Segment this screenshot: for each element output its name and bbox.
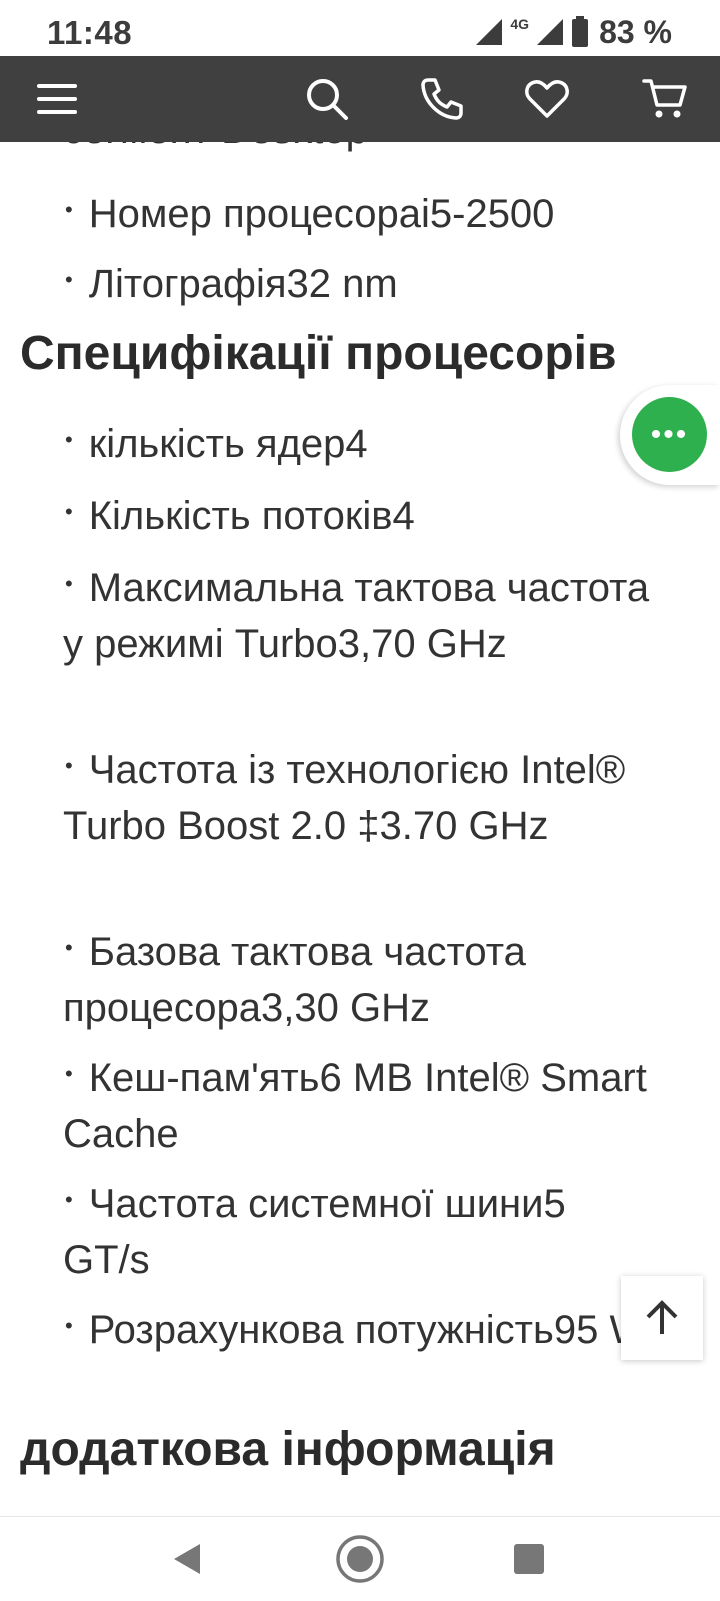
favorites-button[interactable]	[512, 56, 582, 142]
spec-item: • Кеш-пам'ять6 MB Intel® Smart Cache	[63, 1046, 663, 1162]
spec-text: Номер процесораi5-2500	[88, 192, 555, 236]
home-circle-icon	[336, 1535, 384, 1583]
phone-icon	[421, 78, 463, 120]
scroll-to-top-button[interactable]	[621, 1276, 703, 1360]
bullet: •	[65, 499, 73, 524]
section-heading-extra: додаткова інформація	[20, 1423, 556, 1476]
signal-icon-2	[537, 19, 564, 45]
signal-icon	[476, 19, 503, 45]
spec-text: Базова тактова частота процесора3,30 GHz	[63, 930, 526, 1030]
battery-level: 83 %	[599, 13, 672, 50]
spec-text: Літографія32 nm	[88, 262, 398, 306]
menu-button[interactable]	[22, 56, 92, 142]
spec-text: кількість ядер4	[88, 422, 368, 466]
section-heading-specs: Специфікації процесорів	[20, 327, 617, 380]
spec-item: • Розрахункова потужність95 W	[63, 1298, 663, 1358]
recents-button[interactable]	[484, 1517, 574, 1601]
back-triangle-icon	[174, 1544, 200, 1574]
cart-button[interactable]	[630, 56, 700, 142]
bullet: •	[65, 935, 73, 960]
home-button[interactable]	[315, 1517, 405, 1601]
spec-item: • Частота із технологією Intel® Turbo Boo…	[63, 738, 663, 854]
bullet: •	[65, 753, 73, 778]
menu-icon	[37, 84, 77, 114]
bullet: •	[65, 267, 73, 292]
phone-button[interactable]	[407, 56, 477, 142]
spec-item: • Базова тактова частота процесора3,30 GH…	[63, 920, 663, 1036]
spec-item: • Кількість потоків4	[63, 484, 663, 544]
system-nav-bar	[0, 1516, 720, 1601]
spec-item: • Частота системної шини5 GT/s	[63, 1172, 663, 1288]
top-nav-bar	[0, 56, 720, 142]
spec-text: Розрахункова потужність95 W	[88, 1308, 648, 1352]
cart-icon	[642, 79, 687, 118]
heart-icon	[525, 80, 569, 118]
spec-item: • кількість ядер4	[63, 412, 663, 472]
status-time: 11:48	[47, 14, 133, 51]
bullet: •	[65, 571, 73, 596]
spec-text: Частота із технологією Intel® Turbo Boos…	[63, 748, 626, 848]
spec-text: Кеш-пам'ять6 MB Intel® Smart Cache	[63, 1056, 647, 1156]
more-dots-icon: •••	[650, 417, 689, 451]
status-icons: 4G 83 %	[474, 14, 672, 50]
search-button[interactable]	[292, 56, 362, 142]
recents-square-icon	[514, 1544, 544, 1574]
spec-item: • Номер процесораi5-2500	[63, 182, 663, 242]
spec-text: Кількість потоків4	[88, 494, 415, 538]
network-type: 4G	[510, 16, 530, 32]
arrow-up-icon	[646, 1300, 678, 1334]
bullet: •	[65, 427, 73, 452]
status-bar: 11:48 4G 83 %	[0, 0, 720, 56]
search-icon	[307, 79, 348, 120]
chat-widget: •••	[620, 385, 720, 485]
spec-item: • Максимальна тактова частота у режимі Tu…	[63, 556, 663, 672]
bullet: •	[65, 1187, 73, 1212]
battery-icon	[572, 16, 589, 47]
spec-text: Частота системної шини5 GT/s	[63, 1182, 566, 1282]
spec-item: • Літографія32 nm	[63, 252, 663, 312]
back-button[interactable]	[142, 1517, 232, 1601]
bullet: •	[65, 1313, 73, 1338]
bullet: •	[65, 1061, 73, 1086]
spec-text: Максимальна тактова частота у режимі Tur…	[63, 566, 650, 666]
chat-button[interactable]: •••	[632, 397, 707, 472]
bullet: •	[65, 197, 73, 222]
